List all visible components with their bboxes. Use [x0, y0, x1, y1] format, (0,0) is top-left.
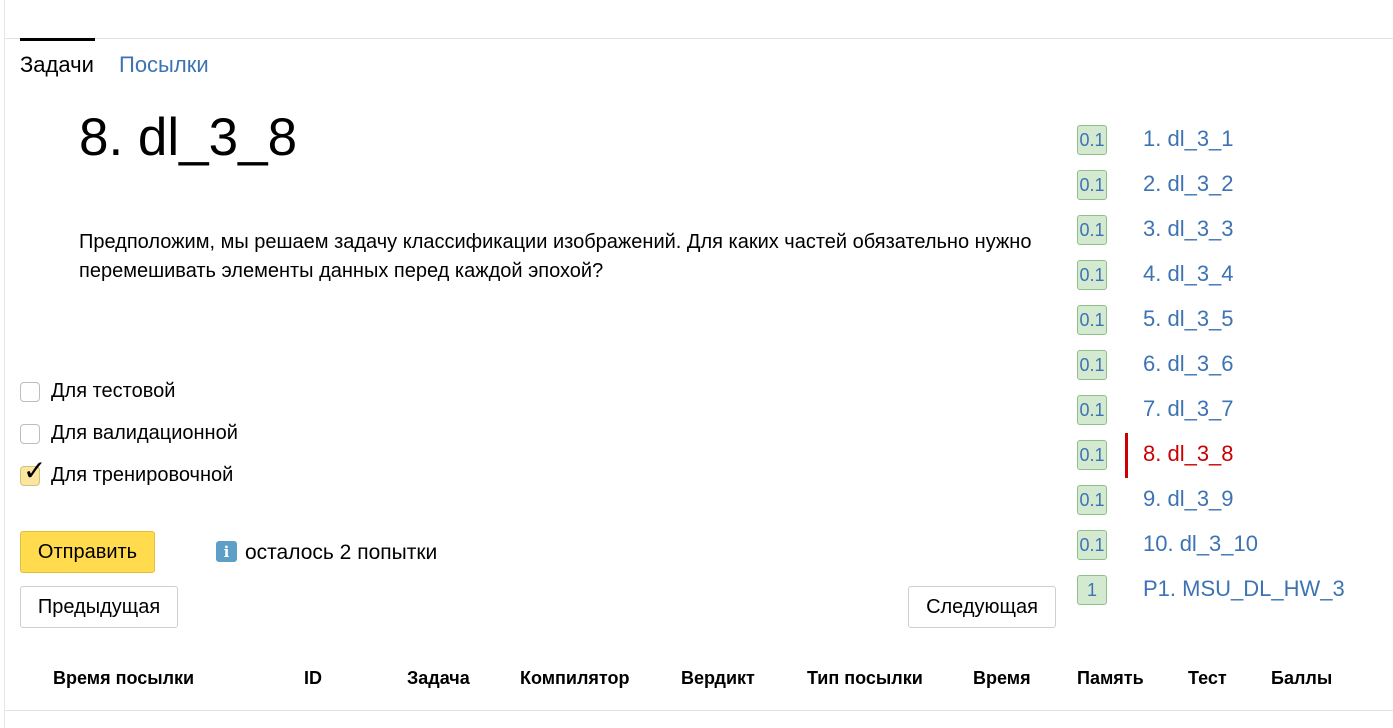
table-column-header[interactable]: Баллы	[1271, 668, 1332, 689]
score-badge: 0.1	[1077, 530, 1107, 560]
submissions-table-header: Время посылки ID Задача Компилятор Вердикт Ти…	[5, 660, 1393, 711]
submit-button[interactable]: Отправить	[20, 531, 155, 573]
score-badge: 1	[1077, 575, 1107, 605]
problem-link[interactable]: 3. dl_3_3	[1143, 216, 1234, 242]
problem-list-item[interactable]: 0.1 1. dl_3_1	[1077, 118, 1377, 163]
tab-submissions[interactable]: Посылки	[119, 52, 209, 78]
page-left-border	[4, 0, 5, 728]
table-column-header[interactable]: ID	[304, 668, 322, 689]
checkmark-icon: ✓	[23, 454, 47, 487]
problem-statement: Предположим, мы решаем задачу классифика…	[79, 231, 1032, 282]
score-badge: 0.1	[1077, 305, 1107, 335]
score-badge: 0.1	[1077, 350, 1107, 380]
problem-link[interactable]: 8. dl_3_8	[1143, 441, 1234, 467]
problem-list-item[interactable]: 0.1 3. dl_3_3	[1077, 208, 1377, 253]
problem-title: 8. dl_3_8	[79, 108, 298, 167]
problem-link[interactable]: 4. dl_3_4	[1143, 261, 1234, 287]
table-column-header[interactable]: Время	[973, 668, 1031, 689]
score-badge: 0.1	[1077, 170, 1107, 200]
info-icon: i	[216, 541, 237, 562]
active-tab-indicator	[20, 38, 95, 41]
table-column-header[interactable]: Время посылки	[53, 668, 194, 689]
problem-link[interactable]: 5. dl_3_5	[1143, 306, 1234, 332]
problem-list-item[interactable]: 1 P1. MSU_DL_HW_3	[1077, 568, 1377, 613]
problem-link[interactable]: 7. dl_3_7	[1143, 396, 1234, 422]
problem-list-item[interactable]: 0.1 4. dl_3_4	[1077, 253, 1377, 298]
score-badge: 0.1	[1077, 485, 1107, 515]
attempts-left-text: осталось 2 попытки	[245, 541, 438, 564]
top-divider	[5, 38, 1393, 39]
score-badge: 0.1	[1077, 395, 1107, 425]
score-badge: 0.1	[1077, 440, 1107, 470]
option-training-checkbox[interactable]: ✓	[20, 457, 46, 486]
option-training-label[interactable]: Для тренировочной	[51, 464, 233, 487]
problem-link[interactable]: 6. dl_3_6	[1143, 351, 1234, 377]
problem-link[interactable]: 9. dl_3_9	[1143, 486, 1234, 512]
score-badge: 0.1	[1077, 260, 1107, 290]
problem-link[interactable]: 1. dl_3_1	[1143, 126, 1234, 152]
option-test-label[interactable]: Для тестовой	[51, 380, 175, 403]
table-column-header[interactable]: Компилятор	[520, 668, 630, 689]
table-column-header[interactable]: Вердикт	[681, 668, 755, 689]
option-validation-checkbox[interactable]	[20, 424, 40, 444]
problem-list-item[interactable]: 0.1 10. dl_3_10	[1077, 523, 1377, 568]
problem-list-item[interactable]: 0.1 6. dl_3_6	[1077, 343, 1377, 388]
tab-problems[interactable]: Задачи	[20, 52, 94, 78]
table-column-header[interactable]: Тип посылки	[807, 668, 923, 689]
problem-list-item[interactable]: 0.1 5. dl_3_5	[1077, 298, 1377, 343]
problem-list-item[interactable]: 0.1 8. dl_3_8	[1077, 433, 1377, 478]
score-badge: 0.1	[1077, 125, 1107, 155]
problem-link[interactable]: 2. dl_3_2	[1143, 171, 1234, 197]
problem-list-item[interactable]: 0.1 7. dl_3_7	[1077, 388, 1377, 433]
problem-list-item[interactable]: 0.1 9. dl_3_9	[1077, 478, 1377, 523]
option-validation-label[interactable]: Для валидационной	[51, 422, 238, 445]
previous-button[interactable]: Предыдущая	[20, 586, 178, 628]
problem-link[interactable]: 10. dl_3_10	[1143, 531, 1258, 557]
table-column-header[interactable]: Тест	[1188, 668, 1227, 689]
next-button[interactable]: Следующая	[908, 586, 1056, 628]
table-column-header[interactable]: Задача	[407, 668, 470, 689]
current-problem-indicator	[1125, 433, 1128, 478]
option-test-checkbox[interactable]	[20, 382, 40, 402]
problem-link[interactable]: P1. MSU_DL_HW_3	[1143, 576, 1345, 602]
score-badge: 0.1	[1077, 215, 1107, 245]
problem-list-item[interactable]: 0.1 2. dl_3_2	[1077, 163, 1377, 208]
table-column-header[interactable]: Память	[1077, 668, 1144, 689]
